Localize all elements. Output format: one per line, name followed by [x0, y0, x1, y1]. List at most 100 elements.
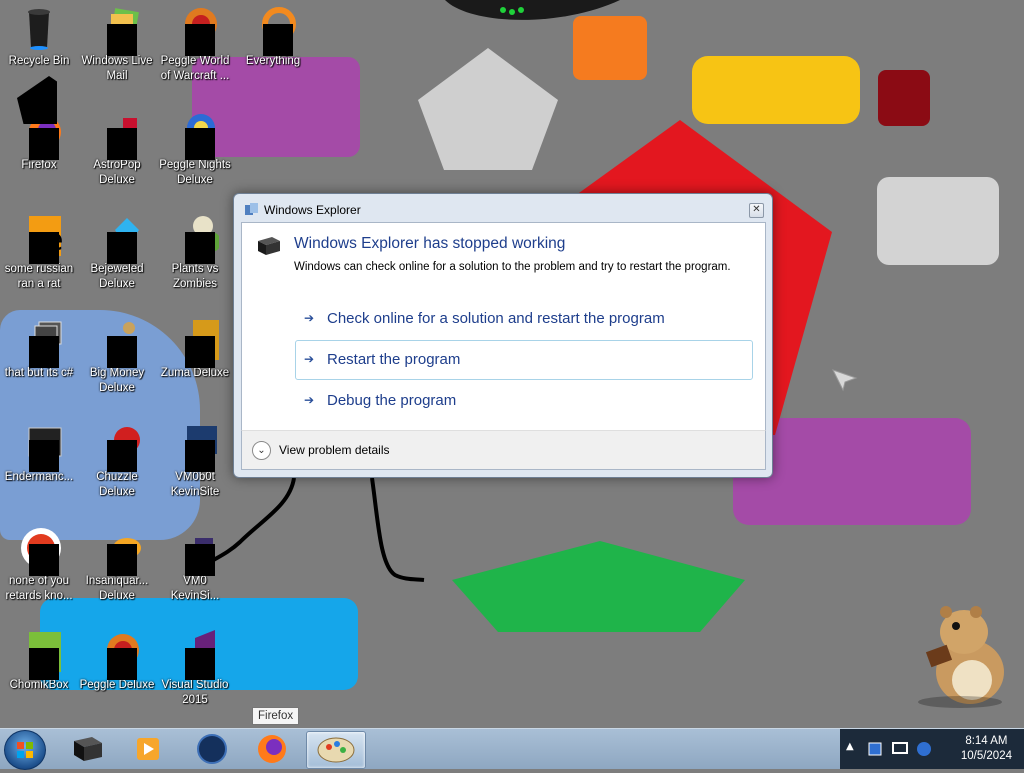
network-icon[interactable] [890, 739, 910, 759]
taskbar-app-globe[interactable] [186, 731, 238, 767]
view-problem-details-link[interactable]: View problem details [279, 443, 390, 457]
redaction-box [185, 128, 215, 160]
expand-details-button[interactable]: ⌄ [252, 441, 271, 460]
error-dialog: Windows Explorer ✕ Windows Explorer has … [233, 193, 773, 478]
redaction-box [185, 24, 215, 56]
redaction-box [107, 440, 137, 472]
taskbar-app-firefox[interactable] [246, 731, 298, 767]
dialog-title: Windows Explorer [264, 203, 361, 217]
redaction-box [107, 128, 137, 160]
command-label: Check online for a solution and restart … [327, 310, 665, 327]
desktop-icon-peggle-deluxe[interactable]: Peggle Deluxe [78, 628, 156, 693]
desktop-icon-vm0-kevinsite[interactable]: VM0 KevinSi... [156, 524, 234, 603]
desktop-icon-label: Peggle World of Warcraft ... [160, 55, 230, 82]
firefox-icon [258, 735, 286, 763]
mail-icon [93, 4, 141, 56]
desktop-icon-label: Bejeweled Deluxe [90, 263, 144, 290]
desktop-icon-label: AstroPop Deluxe [93, 159, 141, 186]
command-label: Debug the program [327, 392, 457, 409]
action-center-icon[interactable] [866, 739, 886, 759]
desktop-icon-peggle-nights[interactable]: Peggle Nights Deluxe [156, 108, 234, 187]
redaction-box [263, 24, 293, 56]
firefox-icon [15, 76, 63, 160]
close-button[interactable]: ✕ [749, 203, 764, 218]
start-button[interactable] [4, 730, 46, 770]
desktop-icon-label: Plants vs Zombies [171, 263, 219, 290]
desktop-icon-bejeweled[interactable]: Bejeweled Deluxe [78, 212, 156, 291]
close-icon: ✕ [752, 204, 761, 215]
system-tray: ▲ 8:14 AM 10/5/2024 [840, 729, 1024, 769]
redaction-box [107, 24, 137, 56]
desktop-icon-label: Recycle Bin [8, 55, 70, 67]
app-icon [171, 524, 219, 576]
desktop-icon-plants-vs-zombies[interactable]: Plants vs Zombies [156, 212, 234, 291]
desktop-icon-label: VM0b0t KevinSite [170, 471, 220, 498]
game-icon [93, 108, 141, 160]
taskbar-app-paint[interactable] [306, 731, 366, 769]
desktop-icon-some-russian[interactable]: e some russian ran a rat [0, 212, 78, 291]
taskbar-tooltip: Firefox [252, 707, 300, 725]
file-icon [15, 524, 63, 576]
desktop-icon-everything[interactable]: Everything [234, 4, 312, 69]
restart-program-command[interactable]: ➔ Restart the program [295, 340, 753, 380]
desktop-icon-none-of-you[interactable]: none of you retards kno... [0, 524, 78, 603]
desktop-icon-that-but-csharp[interactable]: that but its c# [0, 316, 78, 381]
clock-date: 10/5/2024 [960, 750, 1012, 762]
show-hidden-icons-button[interactable]: ▲ [846, 741, 854, 752]
redaction-box [29, 128, 59, 160]
desktop-icon-big-money[interactable]: Big Money Deluxe [78, 316, 156, 395]
redaction-box [185, 544, 215, 576]
plant-icon [171, 212, 221, 264]
desktop-icon-label: Windows Live Mail [81, 55, 153, 82]
game-icon [93, 420, 141, 472]
desktop-icon-chuzzle[interactable]: Chuzzle Deluxe [78, 420, 156, 499]
desktop-icon-zuma[interactable]: Zuma Deluxe [156, 316, 234, 381]
desktop: Recycle Bin Windows Live Mail Peggle Wor… [0, 0, 1024, 728]
arrow-right-icon: ➔ [304, 311, 315, 325]
fish-icon [93, 524, 141, 576]
desktop-icon-peggle-wow[interactable]: Peggle World of Warcraft ... [156, 4, 234, 83]
desktop-icon-label: VM0 KevinSi... [170, 575, 220, 602]
program-icon [258, 237, 280, 255]
peggle-icon [171, 4, 219, 56]
money-icon [93, 316, 141, 368]
desktop-icon-chomikbox[interactable]: ChomikBox [0, 628, 78, 693]
desktop-icon-insaniquarium[interactable]: Insaniquar... Deluxe [78, 524, 156, 603]
taskbar-app-terminal[interactable] [62, 731, 114, 767]
windows-explorer-icon [245, 203, 258, 215]
command-label: Restart the program [327, 351, 461, 368]
desktop-icon-windows-live-mail[interactable]: Windows Live Mail [78, 4, 156, 83]
redaction-box [29, 544, 59, 576]
taskbar-app-media-player[interactable] [122, 731, 174, 767]
desktop-icon-label: none of you retards kno... [5, 575, 73, 602]
peggle-icon [171, 108, 219, 160]
desktop-icon-recycle-bin[interactable]: Recycle Bin [0, 4, 78, 69]
desktop-icon-visual-studio[interactable]: Visual Studio 2015 [156, 628, 234, 707]
desktop-icon-label: Firefox [21, 159, 57, 171]
desktop-icon-endermanc[interactable]: Endermanc... [0, 420, 78, 485]
desktop-icon-firefox[interactable]: Firefox [0, 76, 78, 173]
debug-program-command[interactable]: ➔ Debug the program [295, 381, 753, 421]
desktop-icon-label: Endermanc... [4, 471, 74, 483]
clock[interactable]: 8:14 AM 10/5/2024 [961, 734, 1012, 764]
redaction-box [107, 648, 137, 680]
chevron-down-icon: ⌄ [257, 445, 266, 456]
volume-icon[interactable] [914, 739, 934, 759]
file-icon: e [15, 212, 63, 264]
redaction-box [185, 232, 215, 264]
dialog-titlebar[interactable]: Windows Explorer ✕ [234, 194, 772, 222]
desktop-icon-astropop[interactable]: AstroPop Deluxe [78, 108, 156, 187]
recycle-bin-icon [15, 4, 63, 52]
game-icon [171, 316, 219, 368]
search-icon [249, 4, 297, 56]
dialog-content-text: Windows can check online for a solution … [294, 261, 731, 273]
check-online-command[interactable]: ➔ Check online for a solution and restar… [295, 299, 753, 339]
dialog-body: Windows Explorer has stopped working Win… [241, 222, 766, 432]
desktop-icon-label: Zuma Deluxe [160, 367, 230, 379]
desktop-icon-label: that but its c# [4, 367, 74, 379]
desktop-icon-label: ChomikBox [9, 679, 69, 691]
desktop-icon-label: Peggle Nights Deluxe [159, 159, 231, 186]
media-player-icon [137, 738, 159, 760]
redaction-box [185, 336, 215, 368]
desktop-icon-vm0b0t[interactable]: VM0b0t KevinSite [156, 420, 234, 499]
